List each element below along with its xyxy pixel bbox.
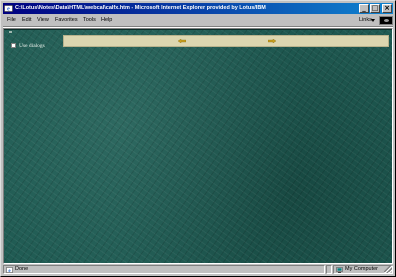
use-dialogs-checkbox[interactable]	[11, 43, 16, 48]
use-dialogs-label: Use dialogs	[19, 42, 45, 49]
menu-favorites[interactable]: Favorites	[55, 15, 78, 26]
status-pane-main: e Done	[3, 265, 325, 274]
resize-grip-icon[interactable]	[384, 265, 392, 273]
menu-file[interactable]: File	[7, 15, 16, 26]
title-buttons: _ □ ×	[359, 4, 392, 13]
menu-tools[interactable]: Tools	[83, 15, 96, 26]
links-button[interactable]: Links	[359, 15, 372, 26]
page-content: Use dialogs	[3, 28, 393, 264]
ie-app-icon[interactable]: e	[4, 4, 13, 13]
title-bar: e C:\Lotus\Notes\Data\HTML\webcal\calfx.…	[3, 3, 393, 14]
status-bar: e Done My Computer	[3, 265, 393, 275]
menu-view[interactable]: View	[37, 15, 49, 26]
page-done-icon: e	[6, 267, 13, 273]
minimize-button[interactable]: _	[359, 4, 369, 13]
computer-icon	[336, 267, 343, 273]
status-pane-zone: My Computer	[333, 265, 393, 274]
browser-window: e C:\Lotus\Notes\Data\HTML\webcal\calfx.…	[0, 0, 396, 277]
menu-bar: File Edit View Favorites Tools Help Link…	[3, 15, 393, 26]
status-pane-security	[326, 265, 332, 274]
status-text: Done	[15, 266, 29, 272]
ie-throbber-icon	[379, 16, 393, 25]
page-marker	[9, 31, 12, 33]
menu-edit[interactable]: Edit	[22, 15, 31, 26]
svg-text:e: e	[7, 7, 10, 13]
next-arrow-icon[interactable]	[268, 39, 276, 43]
security-zone-text: My Computer	[345, 266, 379, 272]
close-button[interactable]: ×	[382, 4, 392, 13]
calendar-nav-bar	[63, 35, 389, 47]
maximize-button[interactable]: □	[370, 4, 380, 13]
menu-help[interactable]: Help	[101, 15, 112, 26]
previous-arrow-icon[interactable]	[178, 39, 186, 43]
window-title: C:\Lotus\Notes\Data\HTML\webcal\calfx.ht…	[15, 5, 266, 11]
content-top-strip	[4, 29, 392, 30]
chevron-down-icon[interactable]	[371, 19, 375, 22]
